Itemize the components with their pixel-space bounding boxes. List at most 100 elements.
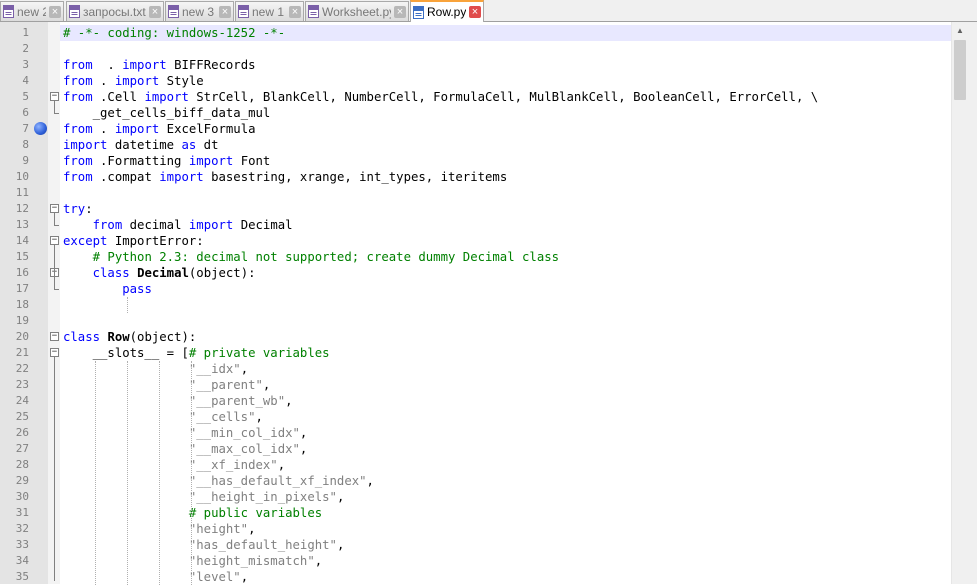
code-line[interactable]: _get_cells_biff_data_mul xyxy=(63,105,271,121)
code-line[interactable]: # -*- coding: windows-1252 -*- xyxy=(63,25,285,41)
file-icon xyxy=(69,5,80,18)
code-line[interactable]: try: xyxy=(63,201,93,217)
tab-2[interactable]: запросы.txt × xyxy=(66,1,164,21)
code-token: .Formatting xyxy=(92,154,189,168)
code-token: .compat xyxy=(92,170,160,184)
code-line[interactable]: "has_default_height", xyxy=(63,537,344,553)
code-token: import xyxy=(144,90,189,104)
code-token: (object): xyxy=(129,330,197,344)
bookmark-icon[interactable] xyxy=(34,122,47,135)
fold-toggle-icon[interactable]: − xyxy=(50,348,59,357)
code-line[interactable]: from decimal import Decimal xyxy=(63,217,293,233)
code-token: _get_cells_biff_data_mul xyxy=(63,106,271,120)
fold-toggle-icon[interactable]: − xyxy=(50,204,59,213)
code-line[interactable]: class Decimal(object): xyxy=(63,265,256,281)
code-line[interactable]: from . import ExcelFormula xyxy=(63,121,256,137)
code-line[interactable]: from .Formatting import Font xyxy=(63,153,270,169)
close-icon[interactable]: × xyxy=(49,5,61,18)
code-line[interactable]: "height_mismatch", xyxy=(63,553,322,569)
code-line[interactable]: "__height_in_pixels", xyxy=(63,489,344,505)
tab-5[interactable]: Worksheet.py × xyxy=(305,1,409,21)
code-token: Row xyxy=(107,330,130,344)
code-line[interactable]: "level", xyxy=(63,569,248,585)
code-line[interactable]: "__max_col_idx", xyxy=(63,441,307,457)
vertical-scrollbar[interactable]: ▲ xyxy=(951,22,968,584)
line-number: 7 xyxy=(22,122,29,135)
code-line[interactable]: "__min_col_idx", xyxy=(63,425,307,441)
fold-line xyxy=(54,277,55,289)
code-line[interactable]: from . import BIFFRecords xyxy=(63,57,256,73)
bookmark-margin[interactable] xyxy=(34,22,48,584)
tab-4[interactable]: new 1 × xyxy=(235,1,304,21)
code-token: , xyxy=(299,426,308,440)
code-line[interactable]: "__idx", xyxy=(63,361,248,377)
tab-3[interactable]: new 3 × xyxy=(165,1,234,21)
code-token: import xyxy=(188,218,234,232)
line-number: 24 xyxy=(15,394,29,407)
tab-label: new 2 xyxy=(17,4,46,19)
code-line[interactable]: class Row(object): xyxy=(63,329,196,345)
line-number: 30 xyxy=(15,490,29,503)
code-line[interactable]: "__parent_wb", xyxy=(63,393,293,409)
code-token: Decimal xyxy=(137,266,189,280)
code-token: "level" xyxy=(188,570,241,584)
code-token: try xyxy=(63,202,86,216)
code-token: Font xyxy=(233,154,271,168)
code-line[interactable]: "__has_default_xf_index", xyxy=(63,473,374,489)
fold-toggle-icon[interactable]: − xyxy=(50,92,59,101)
code-token: , xyxy=(262,378,271,392)
tab-6[interactable]: Row.py × xyxy=(410,0,484,22)
fold-line xyxy=(54,213,55,225)
tab-1[interactable]: new 2 × xyxy=(0,1,64,21)
code-token: from xyxy=(63,90,93,104)
fold-toggle-icon[interactable]: − xyxy=(50,332,59,341)
code-token: pass xyxy=(122,282,152,296)
code-token: class xyxy=(63,330,101,344)
code-token: , xyxy=(285,394,293,408)
fold-end-marker xyxy=(54,289,59,290)
code-line[interactable]: "__cells", xyxy=(63,409,263,425)
code-token: : xyxy=(85,202,93,216)
code-editor[interactable]: 1 # -*- coding: windows-1252 -*- 2 3 from . … xyxy=(0,22,977,585)
scrollbar-thumb[interactable] xyxy=(954,40,966,100)
code-token: "__cells" xyxy=(188,410,256,424)
close-icon[interactable]: × xyxy=(394,5,406,18)
code-token: .Cell xyxy=(92,90,145,104)
code-token: , xyxy=(299,442,308,456)
code-token: import xyxy=(122,58,167,72)
code-line[interactable]: from . import Style xyxy=(63,73,204,89)
file-icon xyxy=(308,5,319,18)
fold-toggle-icon[interactable]: − xyxy=(50,236,59,245)
close-icon[interactable]: × xyxy=(469,6,481,18)
line-number: 22 xyxy=(15,362,29,375)
line-number: 11 xyxy=(15,186,29,199)
tab-label: new 1 xyxy=(252,4,285,19)
close-icon[interactable]: × xyxy=(219,5,231,18)
code-line[interactable]: # Python 2.3: decimal not supported; cre… xyxy=(63,249,559,265)
code-token: "__parent" xyxy=(188,378,263,392)
code-token: "__max_col_idx" xyxy=(188,442,300,456)
line-number: 17 xyxy=(15,282,29,295)
tab-label: Worksheet.py xyxy=(322,4,391,19)
code-token: , xyxy=(366,474,374,488)
code-line[interactable]: import datetime as dt xyxy=(63,137,219,153)
scroll-up-arrow-icon[interactable]: ▲ xyxy=(952,22,968,39)
code-token: Decimal xyxy=(233,218,293,232)
code-line[interactable]: pass xyxy=(63,281,152,297)
fold-line xyxy=(54,101,55,113)
code-line[interactable]: from .Cell import StrCell, BlankCell, Nu… xyxy=(63,89,818,105)
code-token: , xyxy=(314,554,323,568)
code-line[interactable]: # public variables xyxy=(63,505,322,521)
code-line[interactable]: __slots__ = [# private variables xyxy=(63,345,330,361)
code-line[interactable]: from .compat import basestring, xrange, … xyxy=(63,169,507,185)
code-line[interactable]: except ImportError: xyxy=(63,233,204,249)
code-line[interactable]: "__xf_index", xyxy=(63,457,285,473)
line-number: 21 xyxy=(15,346,29,359)
close-icon[interactable]: × xyxy=(289,5,301,18)
close-icon[interactable]: × xyxy=(149,5,161,18)
line-number: 6 xyxy=(22,106,29,119)
